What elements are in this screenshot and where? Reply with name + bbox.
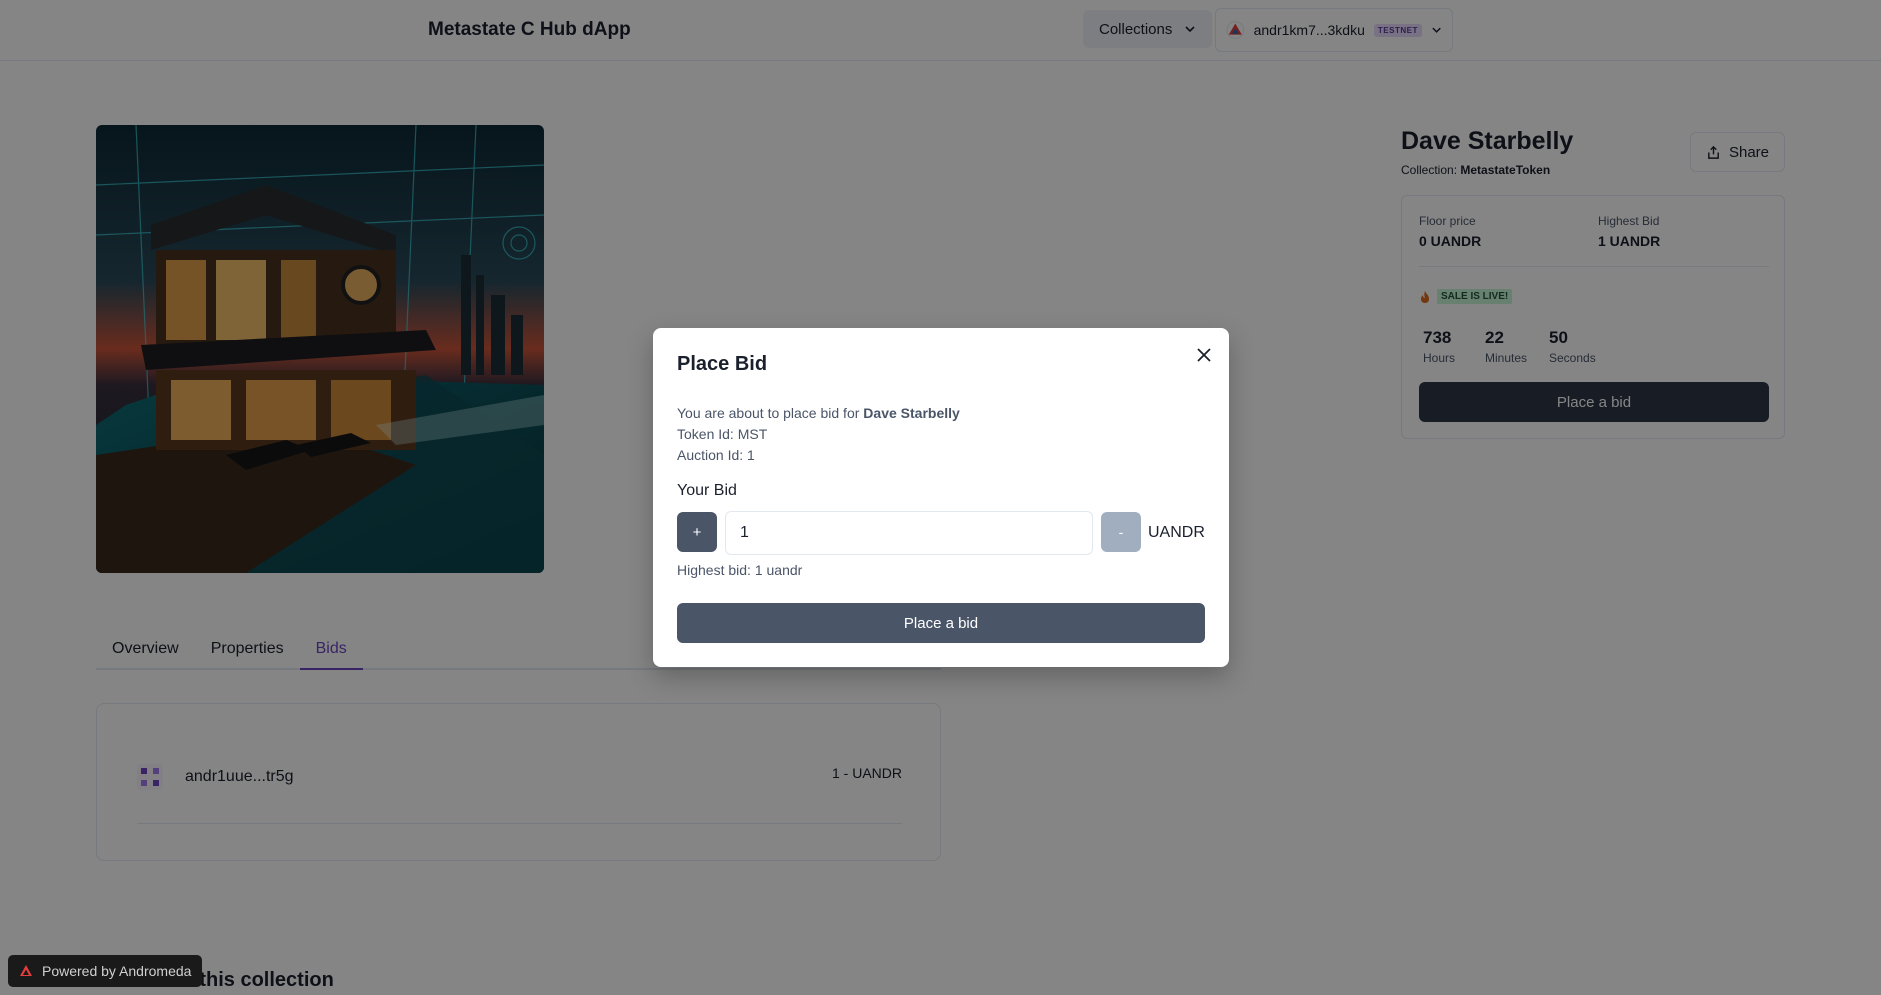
page: Metastate C Hub dApp Collections andr1km…	[0, 0, 1881, 995]
highest-bid-text: Highest bid: 1 uandr	[677, 562, 803, 578]
modal-title: Place Bid	[677, 353, 768, 375]
place-bid-modal: Place Bid You are about to place bid for…	[653, 328, 1229, 667]
close-icon	[1197, 348, 1211, 362]
bid-intro-prefix: You are about to place bid for	[677, 405, 864, 421]
token-id-line: Token Id: MST	[677, 426, 768, 442]
andromeda-logo-icon	[20, 965, 32, 976]
decrement-button[interactable]: -	[1101, 512, 1141, 552]
close-button[interactable]	[1192, 343, 1216, 367]
increment-button[interactable]: +	[677, 512, 717, 552]
bid-amount-input[interactable]	[725, 511, 1093, 555]
powered-by-label: Powered by Andromeda	[42, 963, 192, 979]
auction-id-line: Auction Id: 1	[677, 447, 755, 463]
powered-by-badge[interactable]: Powered by Andromeda	[8, 955, 203, 987]
bid-unit-label: UANDR	[1148, 524, 1205, 541]
submit-bid-button[interactable]: Place a bid	[677, 603, 1205, 643]
your-bid-label: Your Bid	[677, 482, 737, 499]
bid-summary: You are about to place bid for Dave Star…	[677, 403, 960, 466]
bid-intro-name: Dave Starbelly	[863, 405, 960, 421]
bid-intro-line: You are about to place bid for Dave Star…	[677, 403, 960, 424]
